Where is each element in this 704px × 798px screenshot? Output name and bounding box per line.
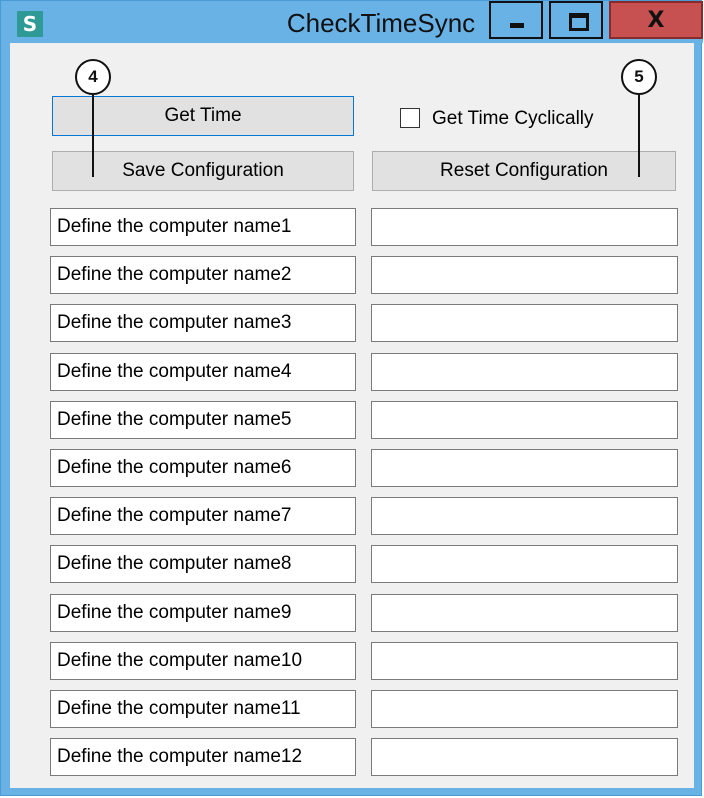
time-result-field[interactable] — [371, 545, 678, 584]
computer-name-field[interactable]: Define the computer name5 — [50, 400, 356, 439]
time-result-field[interactable] — [371, 449, 678, 487]
computer-name-field[interactable]: Define the computer name7 — [50, 497, 356, 536]
time-result-field[interactable] — [371, 352, 678, 391]
time-result-field[interactable] — [371, 256, 678, 295]
maximize-button[interactable] — [549, 1, 603, 39]
time-result-field[interactable] — [371, 641, 678, 680]
reset-configuration-button[interactable]: Reset Configuration — [372, 151, 676, 191]
computer-name-field[interactable]: Define the computer name6 — [50, 449, 356, 487]
get-time-button[interactable]: Get Time — [52, 96, 354, 136]
time-result-field[interactable] — [371, 593, 678, 632]
time-result-field[interactable] — [371, 497, 678, 536]
callout-4-pointer — [92, 95, 94, 177]
computer-name-field[interactable]: Define the computer name1 — [50, 208, 356, 246]
computer-name-field[interactable]: Define the computer name12 — [50, 738, 356, 777]
callout-4: 4 — [75, 59, 111, 95]
app-window: S CheckTimeSync X Get Time Get Time Cycl… — [0, 0, 703, 796]
title-bar[interactable]: S CheckTimeSync X — [1, 1, 703, 43]
computer-name-field[interactable]: Define the computer name11 — [50, 690, 356, 728]
callout-5: 5 — [621, 59, 657, 95]
get-time-cyclically-checkbox[interactable]: Get Time Cyclically — [400, 108, 650, 130]
checkbox-box[interactable] — [400, 108, 420, 128]
client-area: Get Time Get Time Cyclically Save Config… — [10, 43, 694, 788]
time-result-field[interactable] — [371, 400, 678, 439]
window-title: CheckTimeSync — [286, 8, 476, 38]
computer-name-field[interactable]: Define the computer name8 — [50, 545, 356, 584]
time-result-field[interactable] — [371, 690, 678, 728]
computer-name-field[interactable]: Define the computer name9 — [50, 593, 356, 632]
minimize-button[interactable] — [489, 1, 543, 39]
time-result-field[interactable] — [371, 738, 678, 777]
close-button[interactable]: X — [609, 1, 703, 39]
close-icon: X — [647, 8, 665, 33]
maximize-icon — [569, 13, 589, 31]
computer-name-field[interactable]: Define the computer name3 — [50, 304, 356, 343]
computer-name-field[interactable]: Define the computer name10 — [50, 641, 356, 680]
computer-name-field[interactable]: Define the computer name4 — [50, 352, 356, 391]
callout-5-pointer — [638, 95, 640, 177]
checkbox-label: Get Time Cyclically — [432, 108, 594, 129]
computer-name-field[interactable]: Define the computer name2 — [50, 256, 356, 295]
save-configuration-button[interactable]: Save Configuration — [52, 151, 354, 191]
time-result-field[interactable] — [371, 304, 678, 343]
minimize-icon — [510, 23, 524, 28]
time-result-field[interactable] — [371, 208, 678, 246]
